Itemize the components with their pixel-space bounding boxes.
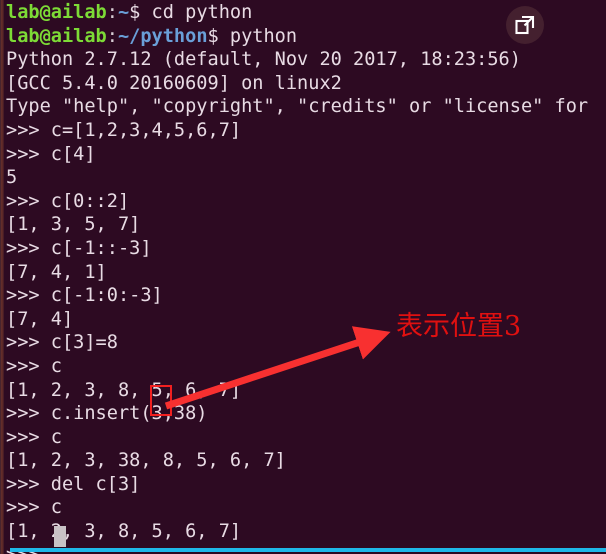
python-input-line: >>> c: [6, 426, 62, 448]
python-input-line: >>> c[-1::-3]: [6, 237, 152, 259]
python-input-line: >>> c: [6, 497, 62, 519]
terminal-line: [GCC 5.4.0 20160609] on linux2: [6, 72, 606, 96]
terminal-line: [1, 2, 3, 38, 8, 5, 6, 7]: [6, 449, 606, 473]
shell-colon: :: [106, 2, 118, 23]
terminal-line: [1, 2, 3, 8, 5, 6, 7]: [6, 520, 606, 544]
python-output-line: 5: [6, 167, 18, 189]
terminal-line: Python 2.7.12 (default, Nov 20 2017, 18:…: [6, 48, 606, 72]
shell-path: ~: [117, 2, 130, 23]
terminal-line: [1, 2, 3, 8, 5, 6, 7]: [6, 379, 606, 403]
terminal-line: >>> c.insert(3,38): [6, 402, 606, 426]
python-input-line: >>> c[-1:0:-3]: [6, 285, 163, 307]
terminal-output-area[interactable]: lab@ailab:~$ cd python lab@ailab:~/python…: [6, 1, 606, 554]
shell-dollar: $: [207, 25, 230, 47]
terminal-line: >>> c=[1,2,3,4,5,6,7]: [6, 119, 606, 143]
terminal-line: Type "help", "copyright", "credits" or "…: [6, 95, 606, 119]
python-output-line: [1, 2, 3, 8, 5, 6, 7]: [6, 521, 242, 543]
python-output-line: [7, 4]: [6, 308, 74, 330]
terminal-line: >>> c: [6, 426, 606, 450]
python-input-line: >>> c.insert(3,38): [6, 403, 208, 425]
external-link-glyph: [515, 15, 535, 35]
shell-command: cd python: [151, 2, 253, 23]
python-output-line: Python 2.7.12 (default, Nov 20 2017, 18:…: [6, 49, 521, 71]
window-left-border: [0, 0, 4, 554]
terminal-line: [1, 3, 5, 7]: [6, 213, 606, 237]
python-input-line: >>> c[3]=8: [6, 332, 118, 354]
shell-path: ~/python: [117, 25, 208, 47]
shell-user: lab@ailab: [6, 2, 107, 23]
shell-dollar: $: [129, 2, 152, 23]
python-output-line: [7, 4, 1]: [6, 261, 107, 283]
annotation-highlight-box: [150, 385, 172, 416]
shell-user: lab@ailab: [6, 25, 107, 47]
python-output-line: Type "help", "copyright", "credits" or "…: [6, 96, 589, 118]
bottom-status-bar[interactable]: [10, 548, 606, 552]
terminal-line: >>> c[-1:0:-3]: [6, 284, 606, 308]
python-output-line: [1, 2, 3, 8, 5, 6, 7]: [6, 379, 242, 401]
shell-command: python: [229, 25, 298, 47]
python-input-line: >>> c=[1,2,3,4,5,6,7]: [6, 119, 242, 141]
python-input-line: >>> c[4]: [6, 143, 96, 165]
terminal-line: [7, 4, 1]: [6, 261, 606, 285]
text-cursor: [54, 526, 66, 547]
shell-colon: :: [106, 25, 118, 47]
terminal-line: >>> del c[3]: [6, 473, 606, 497]
annotation-label: 表示位置3: [396, 311, 522, 342]
terminal-line: >>> c: [6, 355, 606, 379]
terminal-line: >>> c: [6, 496, 606, 520]
terminal-line: 5: [6, 166, 606, 190]
terminal-line: >>> c[0::2]: [6, 190, 606, 214]
python-input-line: >>> c: [6, 355, 62, 377]
python-input-line: >>> c[0::2]: [6, 190, 130, 212]
python-output-line: [GCC 5.4.0 20160609] on linux2: [6, 72, 342, 94]
terminal-line: >>> c[4]: [6, 143, 606, 167]
python-input-line: >>> del c[3]: [6, 473, 141, 495]
python-output-line: [1, 3, 5, 7]: [6, 214, 141, 236]
terminal-line: >>> c[-1::-3]: [6, 237, 606, 261]
terminal-window[interactable]: lab@ailab:~$ cd python lab@ailab:~/python…: [0, 0, 606, 554]
python-output-line: [1, 2, 3, 38, 8, 5, 6, 7]: [6, 450, 286, 472]
external-link-icon[interactable]: [506, 6, 544, 44]
